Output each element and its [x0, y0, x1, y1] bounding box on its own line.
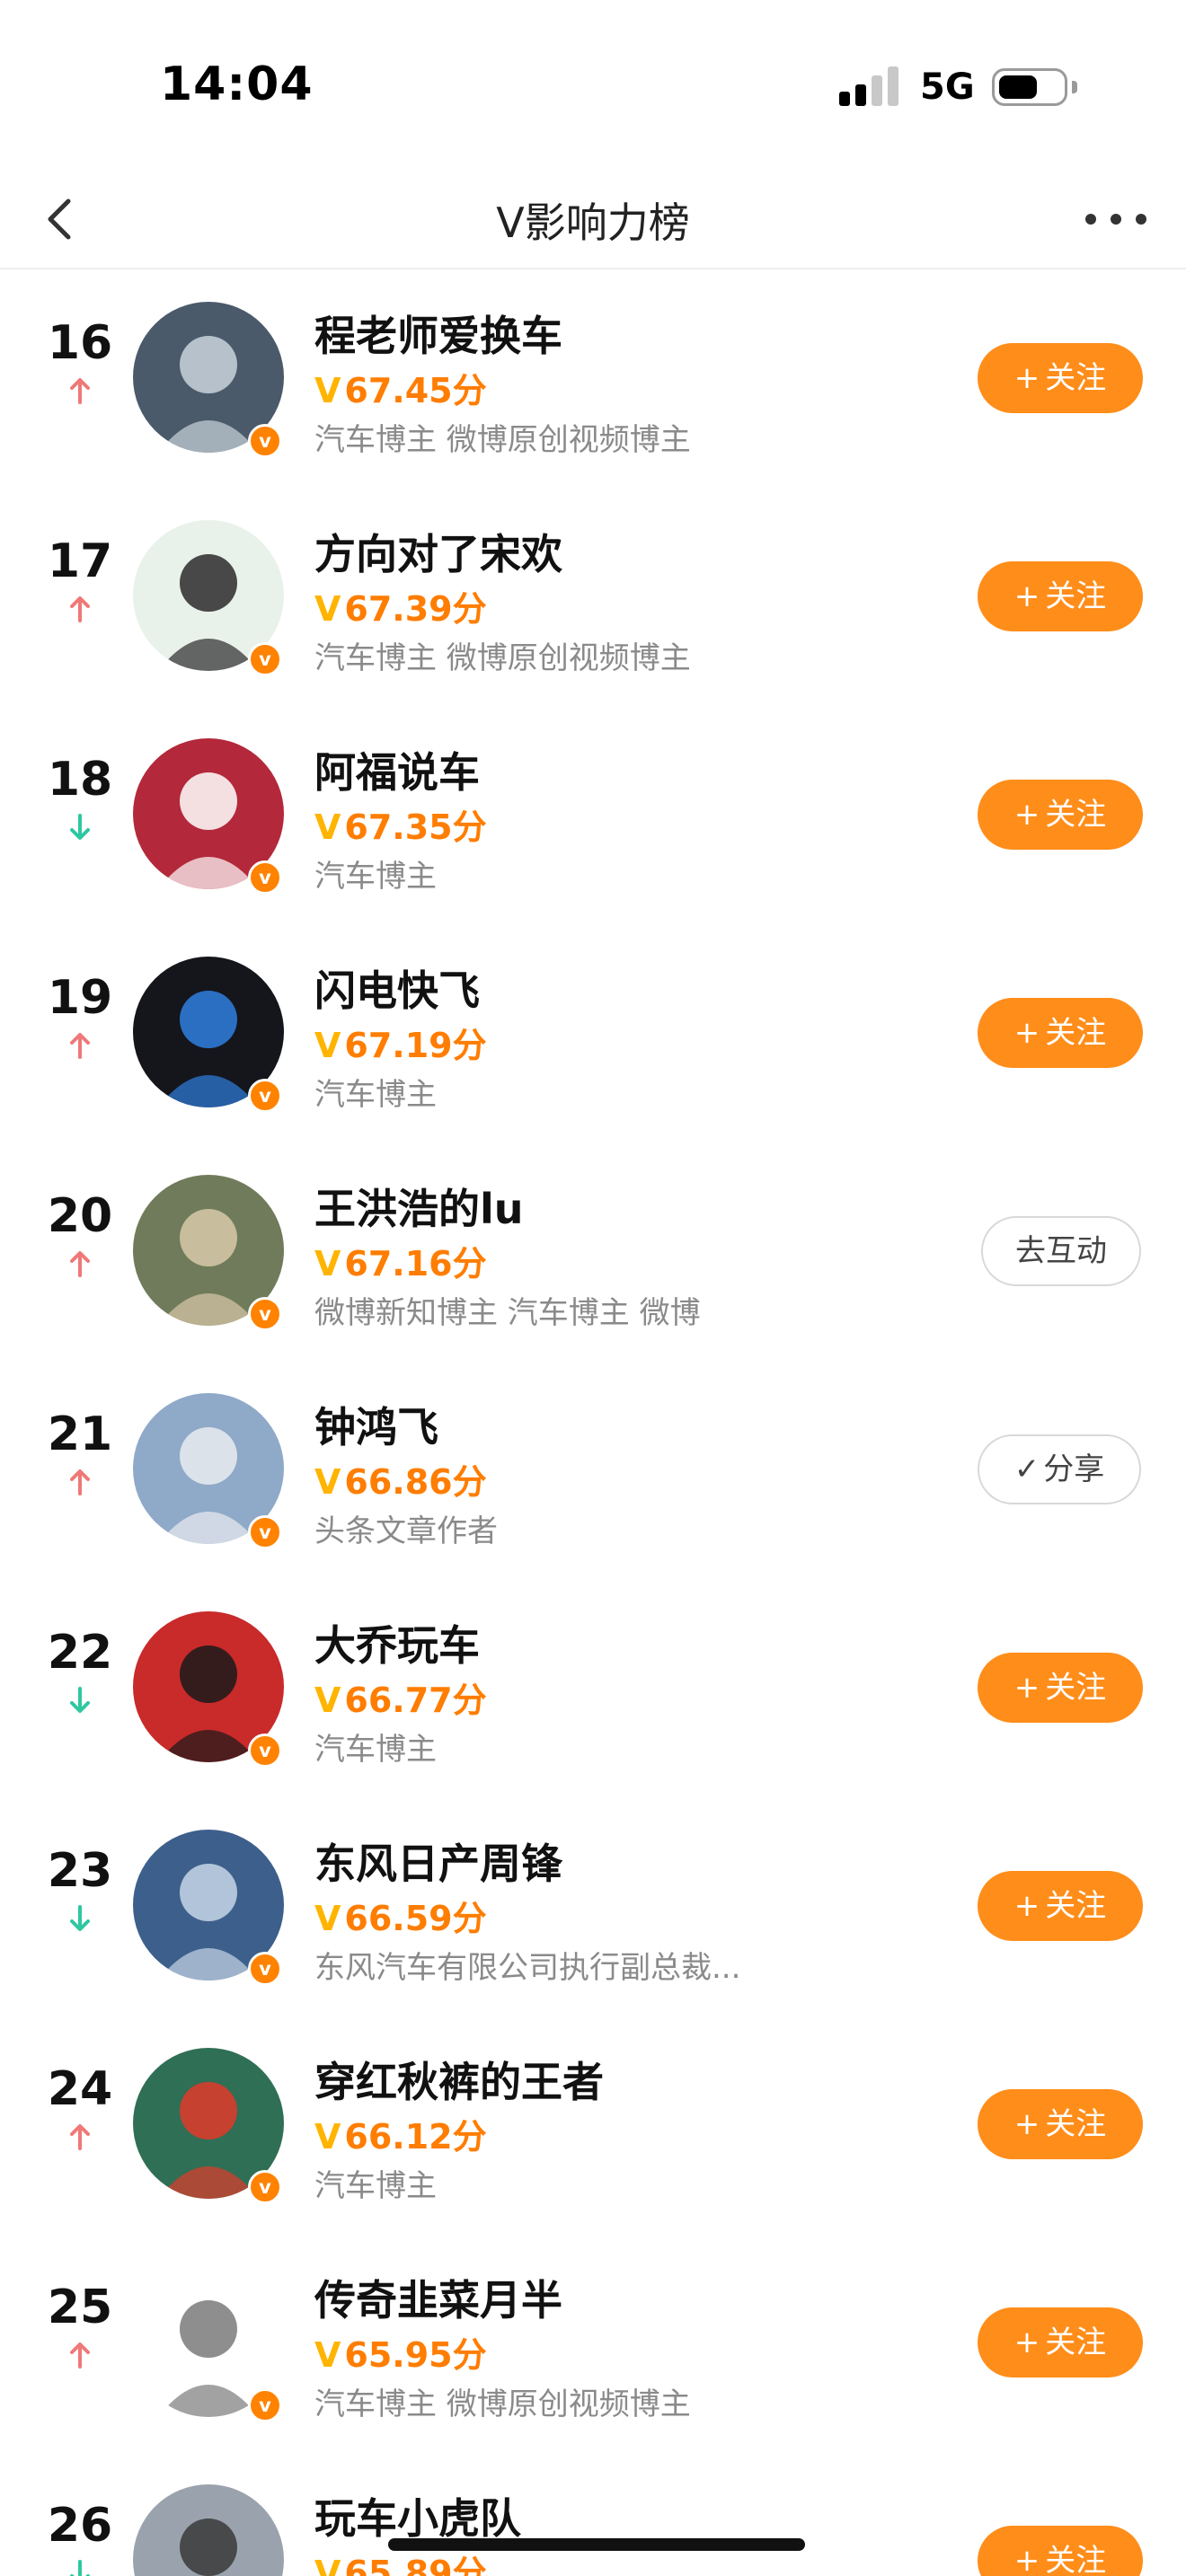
rank-number: 24 [47, 2062, 113, 2116]
user-name[interactable]: 东风日产周锋 [314, 1831, 562, 1891]
list-item[interactable]: 17 v 方向对了宋欢 V 67.39分 汽车博主 微博原创视频博主 + 关注 [0, 403, 1186, 676]
rank-number: 23 [47, 1844, 113, 1898]
plus-icon: + [1013, 360, 1040, 396]
follow-label: 关注 [1045, 360, 1107, 396]
list-item[interactable]: 19 v 闪电快飞 V 67.19分 汽车博主 + 关注 [0, 840, 1186, 1113]
list-item[interactable]: 22 v 大乔玩车 V 66.77分 汽车博主 + 关注 [0, 1495, 1186, 1768]
share-label: 分享 [1043, 1451, 1105, 1487]
avatar[interactable] [133, 2484, 284, 2576]
rank-number: 20 [47, 1189, 113, 1243]
plus-icon: + [1013, 2325, 1040, 2360]
plus-icon: + [1013, 797, 1040, 833]
more-icon[interactable] [1082, 201, 1150, 237]
trend-up-icon [65, 1467, 95, 1497]
ranking-list: 16 v 程老师爱换车 V 67.45分 汽车博主 微博原创视频博主 + 关注 17 v 方向对了宋… [0, 269, 1186, 2576]
list-item[interactable]: 24 v 穿红秋裤的王者 V 66.12分 汽车博主 + 关注 [0, 1931, 1186, 2204]
status-bar: 14:04 5G [0, 0, 1186, 171]
battery-icon [992, 68, 1077, 106]
network-label: 5G [920, 66, 975, 108]
trend-up-icon [65, 1030, 95, 1061]
follow-label: 关注 [1045, 2543, 1107, 2576]
list-item[interactable]: 23 v 东风日产周锋 V 66.59分 东风汽车有限公司执行副总裁... + 关注 [0, 1713, 1186, 1986]
follow-label: 关注 [1045, 2106, 1107, 2142]
trend-down-icon [65, 812, 95, 842]
user-name[interactable]: 穿红秋裤的王者 [314, 2050, 604, 2109]
rank-number: 25 [47, 2280, 113, 2334]
rank-number: 16 [47, 316, 113, 370]
follow-label: 关注 [1045, 1670, 1107, 1706]
user-name[interactable]: 钟鸿飞 [314, 1395, 438, 1454]
rank-number: 21 [47, 1407, 113, 1461]
list-item[interactable]: 18 v 阿福说车 V 67.35分 汽车博主 + 关注 [0, 622, 1186, 895]
page-title: V影响力榜 [496, 198, 690, 247]
follow-label: 关注 [1045, 797, 1107, 833]
trend-up-icon [65, 2340, 95, 2370]
trend-up-icon [65, 594, 95, 624]
follow-label: 关注 [1045, 1015, 1107, 1051]
trend-down-icon [65, 1903, 95, 1934]
user-name[interactable]: 程老师爱换车 [314, 304, 562, 363]
follow-label: 关注 [1045, 578, 1107, 614]
list-item[interactable]: 20 v 王洪浩的lu V 67.16分 微博新知博主 汽车博主 微博 去互动 [0, 1058, 1186, 1331]
plus-icon: + [1013, 1888, 1040, 1924]
user-name[interactable]: 方向对了宋欢 [314, 522, 562, 581]
trend-up-icon [65, 2122, 95, 2152]
trend-up-icon [65, 1248, 95, 1279]
trend-up-icon [65, 375, 95, 406]
trend-down-icon [65, 2558, 95, 2576]
user-name[interactable]: 闪电快飞 [314, 958, 480, 1018]
status-time: 14:04 [160, 57, 314, 111]
home-indicator [388, 2538, 805, 2551]
check-icon: ✓ [1013, 1451, 1040, 1487]
plus-icon: + [1013, 2543, 1040, 2576]
follow-label: 关注 [1045, 1888, 1107, 1924]
follow-button[interactable]: + 关注 [978, 2526, 1143, 2576]
follow-label: 关注 [1045, 2325, 1107, 2360]
user-name[interactable]: 阿福说车 [314, 740, 480, 799]
rank-number: 26 [47, 2499, 113, 2553]
list-item[interactable]: 25 v 传奇韭菜月半 V 65.95分 汽车博主 微博原创视频博主 + 关注 [0, 2149, 1186, 2422]
trend-down-icon [65, 1685, 95, 1716]
rank-number: 19 [47, 971, 113, 1025]
score-v-icon: V [314, 2554, 341, 2576]
plus-icon: + [1013, 2106, 1040, 2142]
score-value: 65.89分 [344, 2554, 487, 2576]
list-item[interactable]: 16 v 程老师爱换车 V 67.45分 汽车博主 微博原创视频博主 + 关注 [0, 269, 1186, 458]
user-name[interactable]: 王洪浩的lu [314, 1177, 524, 1236]
signal-icon [839, 66, 900, 106]
rank-number: 17 [47, 534, 113, 588]
user-name[interactable]: 玩车小虎队 [314, 2486, 521, 2545]
user-name[interactable]: 大乔玩车 [314, 1613, 480, 1672]
plus-icon: + [1013, 1015, 1040, 1051]
rank-number: 18 [47, 753, 113, 807]
user-name[interactable]: 传奇韭菜月半 [314, 2268, 562, 2327]
plus-icon: + [1013, 1670, 1040, 1706]
list-item[interactable]: 21 v 钟鸿飞 V 66.86分 头条文章作者 ✓ 分享 [0, 1276, 1186, 1549]
plus-icon: + [1013, 578, 1040, 614]
nav-bar: V影响力榜 [0, 171, 1186, 269]
rank-number: 22 [47, 1626, 113, 1680]
